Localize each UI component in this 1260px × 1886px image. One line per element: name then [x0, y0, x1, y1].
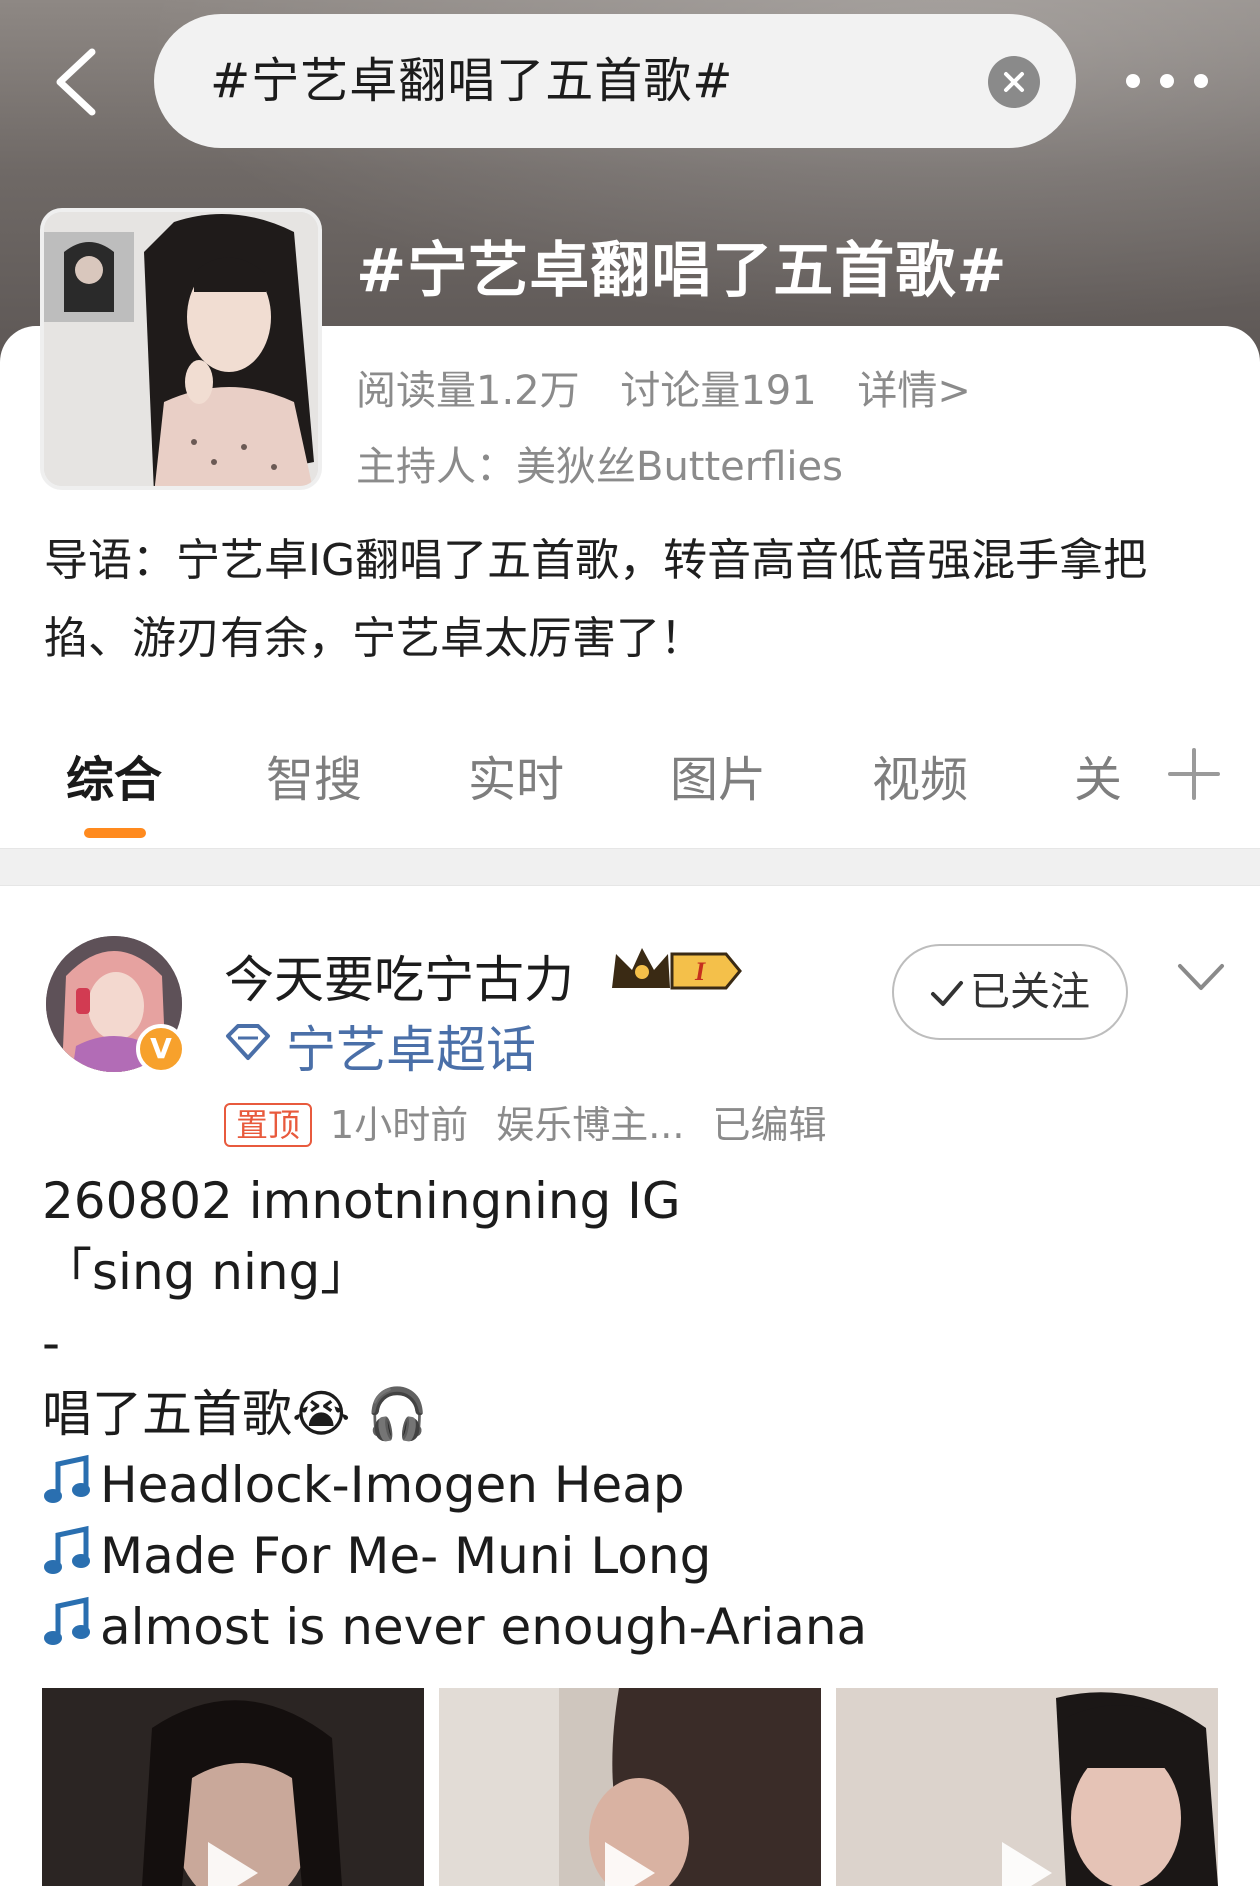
more-icon[interactable]: [1122, 62, 1212, 100]
video-thumbnail[interactable]: [42, 1688, 424, 1886]
post-line: -: [42, 1314, 61, 1372]
play-icon: [208, 1842, 258, 1886]
tab-images[interactable]: 图片: [670, 740, 766, 810]
tab-realtime[interactable]: 实时: [468, 740, 564, 810]
tab-videos[interactable]: 视频: [872, 740, 968, 810]
song-title: Headlock-Imogen Heap: [100, 1456, 685, 1514]
topic-cover-image: [40, 208, 322, 490]
follow-button[interactable]: 已关注: [892, 944, 1128, 1040]
music-note-icon: [44, 1525, 90, 1574]
tab-related[interactable]: 关: [1074, 740, 1122, 810]
discussion-count: 讨论量191: [620, 368, 817, 414]
details-link[interactable]: 详情>: [857, 368, 971, 414]
follow-label: 已关注: [970, 969, 1090, 1015]
video-thumbnails: [42, 1688, 1218, 1886]
edited-label[interactable]: 已编辑: [712, 1103, 826, 1147]
active-tab-indicator: [84, 828, 146, 838]
post-line: 「sing ning」: [42, 1243, 371, 1301]
verified-badge: V: [136, 1024, 186, 1074]
supertopic-link[interactable]: 宁艺卓超话: [286, 1010, 536, 1082]
song-title: almost is never enough-Ariana: [100, 1598, 868, 1656]
read-count: 阅读量1.2万: [356, 368, 580, 414]
music-note-icon: [44, 1454, 90, 1503]
crown-icon: I: [612, 948, 742, 990]
song-line: almost is never enough-Ariana: [42, 1592, 1222, 1663]
diamond-icon: [226, 1024, 270, 1060]
topic-stats: 阅读量1.2万 讨论量191 详情>: [356, 358, 999, 416]
pinned-badge: 置顶: [224, 1103, 313, 1147]
post-meta: 置顶 1小时前 娱乐博主... 已编辑: [224, 1094, 826, 1149]
check-icon: [931, 981, 963, 1006]
search-query[interactable]: #宁艺卓翻唱了五首歌#: [210, 14, 733, 148]
search-bar[interactable]: #宁艺卓翻唱了五首歌#: [154, 14, 1076, 148]
post-body[interactable]: 260802 imnotningning IG 「sing ning」 - 唱了…: [42, 1166, 1222, 1663]
post-source: 娱乐博主...: [496, 1103, 685, 1147]
tab-smart-search[interactable]: 智搜: [266, 740, 362, 810]
play-icon: [1002, 1842, 1052, 1886]
video-thumbnail[interactable]: [439, 1688, 821, 1886]
back-icon[interactable]: [48, 46, 108, 116]
song-line: Made For Me- Muni Long: [42, 1521, 1222, 1592]
song-line: Headlock-Imogen Heap: [42, 1450, 1222, 1521]
section-divider: [0, 848, 1260, 886]
add-tab-icon[interactable]: [1166, 746, 1222, 802]
post-line: 260802 imnotningning IG: [42, 1172, 681, 1230]
post-author-name[interactable]: 今天要吃宁古力: [224, 940, 574, 1012]
topic-host[interactable]: 主持人：美狄丝Butterflies: [356, 434, 843, 492]
level-badge-text: I: [694, 957, 706, 986]
topic-title: #宁艺卓翻唱了五首歌#: [356, 236, 1008, 306]
post-line: 唱了五首歌😭 🎧: [42, 1385, 429, 1443]
video-thumbnail[interactable]: [836, 1688, 1218, 1886]
play-icon: [605, 1842, 655, 1886]
chevron-down-icon[interactable]: [1176, 960, 1226, 996]
post-time: 1小时前: [330, 1103, 469, 1147]
tab-bar: 综合 智搜 实时 图片 视频 关: [0, 740, 1260, 840]
clear-icon[interactable]: [988, 56, 1040, 108]
music-note-icon: [44, 1596, 90, 1645]
topic-intro: 导语：宁艺卓IG翻唱了五首歌，转音高音低音强混手拿把掐、游刃有余，宁艺卓太厉害了…: [44, 535, 1148, 664]
song-title: Made For Me- Muni Long: [100, 1527, 712, 1585]
tab-comprehensive[interactable]: 综合: [66, 740, 162, 810]
